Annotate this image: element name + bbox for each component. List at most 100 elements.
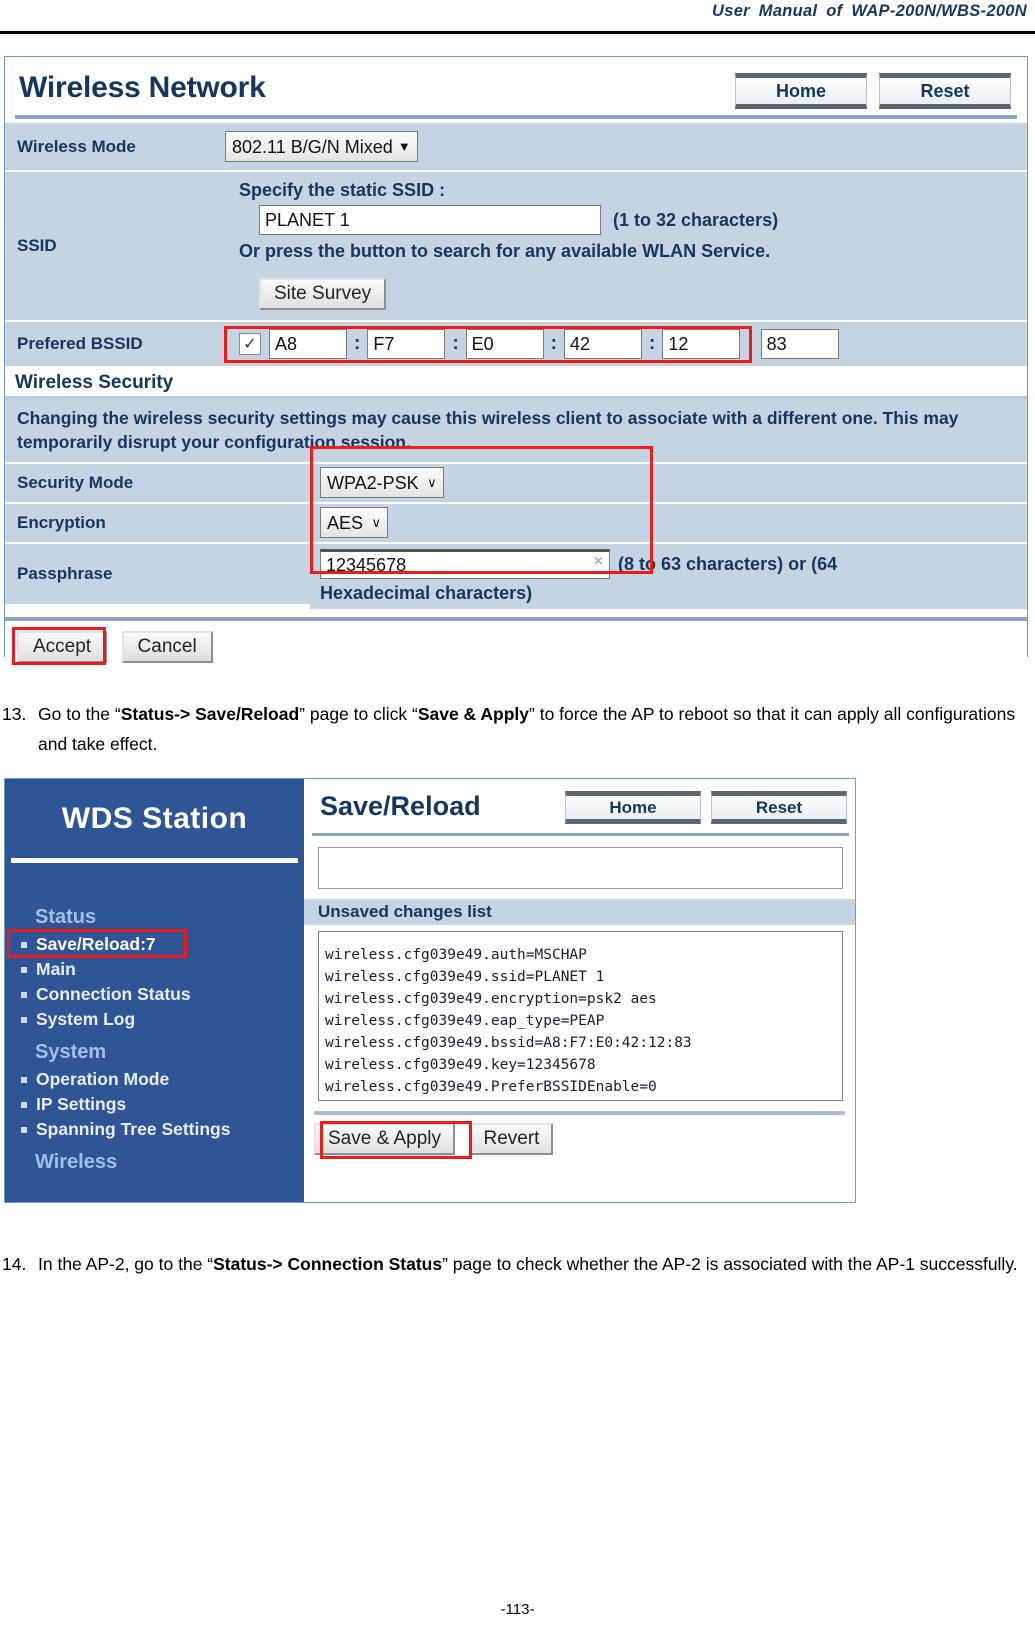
prefered-bssid-label: Prefered BSSID <box>5 322 215 366</box>
list-item: wireless.cfg039e49.encryption=psk2 aes <box>325 991 657 1008</box>
sidebar-item-spanning-tree-settings[interactable]: Spanning Tree Settings <box>13 1117 304 1142</box>
bssid-separator-3: : <box>550 333 557 354</box>
wireless-mode-select[interactable]: 802.11 B/G/N Mixed ▼ <box>225 131 418 162</box>
save-reload-page-title: Save/Reload <box>320 791 481 821</box>
bssid-octet-6[interactable] <box>760 329 839 359</box>
accept-button[interactable]: Accept <box>17 631 108 664</box>
sidebar-item-ip-settings[interactable]: IP Settings <box>13 1092 304 1117</box>
bullet-icon <box>21 1076 27 1083</box>
sidebar-item-connection-status[interactable]: Connection Status <box>13 982 304 1007</box>
sidebar-group-system: System <box>35 1041 107 1063</box>
revert-button[interactable]: Revert <box>469 1123 554 1155</box>
save-reload-title-divider <box>312 833 849 836</box>
ssid-char-hint: (1 to 32 characters) <box>613 209 779 230</box>
home-button[interactable]: Home <box>735 73 867 109</box>
titlebar-buttons: Home Reset <box>735 73 1011 109</box>
title-divider <box>15 115 1017 119</box>
encryption-select[interactable]: AES ∨ <box>320 507 389 539</box>
step-14-number: 14. <box>2 1254 27 1274</box>
sidebar-item-label: Save/Reload:7 <box>36 934 156 954</box>
sidebar-item-label: Connection Status <box>36 984 191 1004</box>
clear-icon[interactable]: × <box>594 553 603 571</box>
unsaved-changes-header: Unsaved changes list <box>304 899 855 925</box>
row-security-mode: Security Mode WPA2-PSK ∨ <box>5 464 1027 505</box>
bssid-octet-4[interactable] <box>563 329 642 359</box>
save-reload-header-buttons: Home Reset <box>565 791 847 824</box>
step-13-part1: Go to the “ <box>38 704 121 724</box>
prefer-bssid-checkbox[interactable]: ✓ <box>239 333 261 355</box>
sidebar-item-system-log[interactable]: System Log <box>13 1007 304 1032</box>
save-reload-header: Save/Reload Home Reset <box>304 779 855 839</box>
step-14-part2: ” page to check whether the AP-2 is asso… <box>442 1254 1018 1274</box>
bssid-octet-3[interactable] <box>465 329 544 359</box>
list-item: wireless.cfg039e49.eap_type=PEAP <box>325 1013 605 1030</box>
sidebar-item-operation-mode[interactable]: Operation Mode <box>13 1067 304 1092</box>
sidebar-group-wireless: Wireless <box>35 1151 118 1173</box>
document-header-title: User Manual of WAP-200N/WBS-200N <box>712 2 1027 20</box>
ssid-specify-text: Specify the static SSID : <box>239 180 446 200</box>
page-number: -113- <box>500 1601 535 1618</box>
save-reload-screenshot: WDS Station Status Save/Reload:7 Main Co… <box>4 778 856 1203</box>
home-button[interactable]: Home <box>565 791 701 824</box>
list-item: wireless.cfg039e49.bssid=A8:F7:E0:42:12:… <box>325 1035 692 1052</box>
save-apply-button[interactable]: Save & Apply <box>314 1123 456 1155</box>
security-warning-text: Changing the wireless security settings … <box>5 399 1027 465</box>
encryption-label: Encryption <box>5 504 310 543</box>
bullet-icon <box>21 1126 27 1133</box>
chevron-down-icon: ▼ <box>397 138 411 154</box>
step-14: 14. In the AP-2, go to the “Status-> Con… <box>2 1250 1032 1280</box>
row-passphrase: Passphrase × (8 to 63 characters) or (64… <box>5 544 1027 612</box>
bullet-icon <box>21 991 27 998</box>
prefered-bssid-field: ✓ : : : : : <box>215 322 1027 366</box>
bssid-separator-1: : <box>354 333 361 354</box>
status-message-box <box>318 847 843 889</box>
ssid-field: Specify the static SSID : (1 to 32 chara… <box>215 172 1027 320</box>
sidebar-item-label: System Log <box>36 1009 136 1029</box>
form-actions: Accept Cancel <box>5 617 1027 672</box>
passphrase-hint-line2: Hexadecimal characters) <box>320 583 533 604</box>
sidebar-item-label: Operation Mode <box>36 1069 170 1089</box>
step-13-bold2: Save & Apply <box>417 704 530 724</box>
wireless-security-heading: Wireless Security <box>5 368 1027 399</box>
unsaved-changes-list[interactable]: wireless.cfg039e49.auth=MSCHAP wireless.… <box>318 931 843 1101</box>
row-wireless-mode: Wireless Mode 802.11 B/G/N Mixed ▼ <box>5 123 1027 172</box>
list-item: wireless.cfg039e49.key=12345678 <box>325 1057 596 1074</box>
header-divider <box>0 31 1035 34</box>
bullet-icon <box>21 966 27 973</box>
sidebar-group-status: Status <box>35 906 97 928</box>
chevron-down-icon: ∨ <box>371 514 382 530</box>
sidebar-item-main[interactable]: Main <box>13 957 304 982</box>
wireless-network-titlebar: Wireless Network Home Reset <box>5 57 1027 123</box>
security-mode-select[interactable]: WPA2-PSK ∨ <box>320 467 444 499</box>
save-reload-actions: Save & Apply Revert <box>314 1111 845 1159</box>
list-item: wireless.cfg039e49.auth=MSCHAP <box>325 947 587 963</box>
ssid-or-text: Or press the button to search for any av… <box>239 241 771 261</box>
ssid-input[interactable] <box>259 205 601 235</box>
step-14-text: In the AP-2, go to the “Status-> Connect… <box>38 1250 1032 1280</box>
step-13-part2: ” page to click “ <box>299 704 418 724</box>
reset-button[interactable]: Reset <box>879 73 1011 109</box>
bssid-octet-group: ✓ : : : : : <box>239 329 1017 359</box>
step-14-part1: In the AP-2, go to the “ <box>38 1254 214 1274</box>
reset-button[interactable]: Reset <box>711 791 847 824</box>
sidebar-item-label: IP Settings <box>36 1094 127 1114</box>
document-header: User Manual of WAP-200N/WBS-200N <box>0 0 1035 34</box>
cancel-button[interactable]: Cancel <box>121 631 213 664</box>
step-13-bold1: Status-> Save/Reload <box>120 704 300 724</box>
sidebar-item-save-reload[interactable]: Save/Reload:7 <box>7 929 304 958</box>
sidebar-nav: Status Save/Reload:7 Main Connection Sta… <box>5 863 304 1177</box>
site-survey-button[interactable]: Site Survey <box>259 278 387 310</box>
sidebar: WDS Station Status Save/Reload:7 Main Co… <box>5 779 304 1202</box>
passphrase-input[interactable] <box>320 549 610 580</box>
row-encryption: Encryption AES ∨ <box>5 504 1027 545</box>
bssid-octet-5[interactable] <box>662 329 741 359</box>
bssid-octet-1[interactable] <box>269 329 347 359</box>
bssid-separator-5: : <box>747 333 754 354</box>
sidebar-title: WDS Station <box>61 802 248 835</box>
security-mode-field: WPA2-PSK ∨ <box>310 464 1027 503</box>
chevron-down-icon: ∨ <box>427 474 437 490</box>
save-reload-main: Save/Reload Home Reset Unsaved changes l… <box>304 779 855 1202</box>
bssid-octet-2[interactable] <box>367 329 446 359</box>
encryption-value: AES <box>327 512 364 533</box>
wireless-mode-label: Wireless Mode <box>5 123 215 170</box>
